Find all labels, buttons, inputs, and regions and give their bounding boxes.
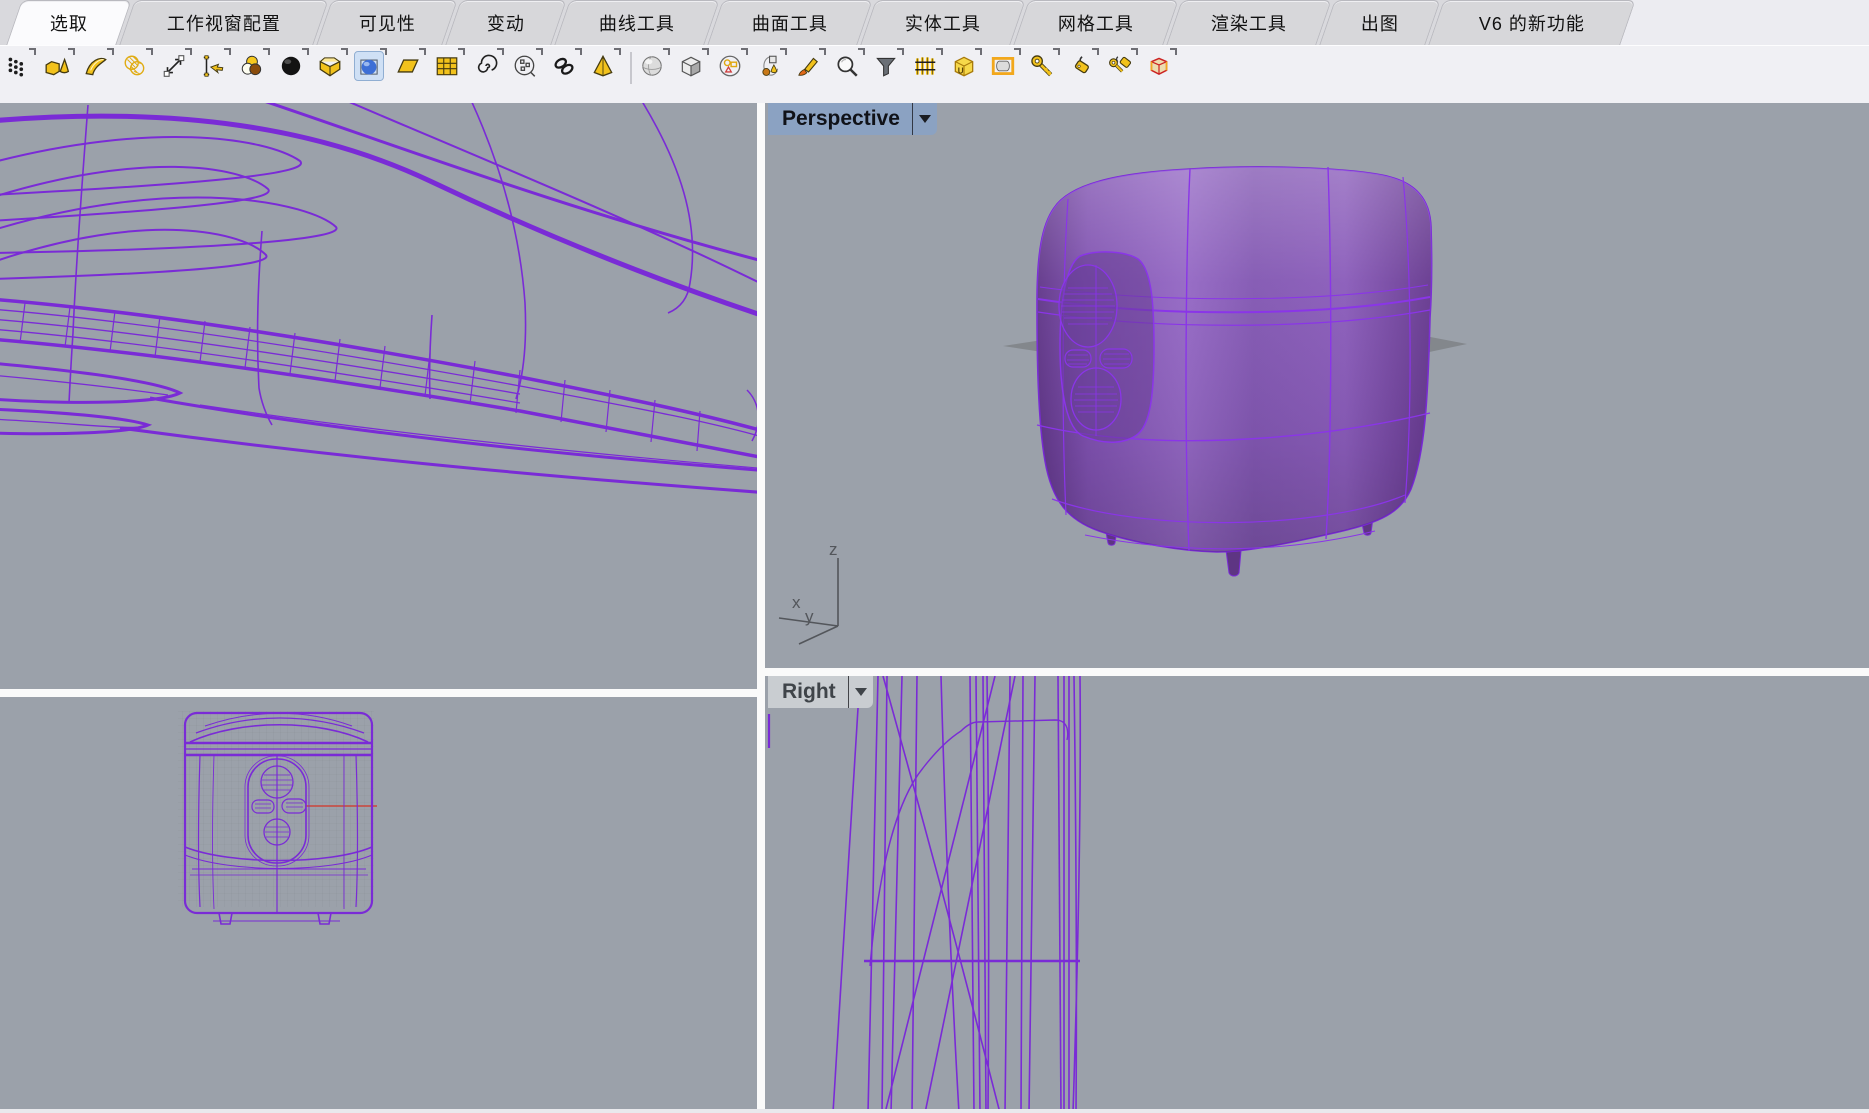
tab-drafting[interactable]: 出图 bbox=[1319, 0, 1440, 45]
hatch-circles-icon[interactable] bbox=[121, 52, 149, 80]
box-cone-solids-icon[interactable] bbox=[43, 52, 71, 80]
axis-label-y: y bbox=[805, 607, 814, 626]
tab-solid-tools[interactable]: 实体工具 bbox=[860, 0, 1025, 45]
axis-labels: z x y bbox=[792, 540, 838, 626]
tab-label-transform: 变动 bbox=[487, 10, 525, 36]
tab-surface-tools[interactable]: 曲面工具 bbox=[707, 0, 872, 45]
axis-label-x: x bbox=[792, 593, 801, 612]
rice-cooker-model bbox=[1037, 167, 1432, 552]
selection-filter-objects-icon[interactable] bbox=[755, 52, 783, 80]
toolbar-group-separator bbox=[630, 52, 632, 84]
tab-mesh-tools[interactable]: 网格工具 bbox=[1013, 0, 1178, 45]
tab-label-render-tools: 渲染工具 bbox=[1211, 10, 1287, 36]
paintbrush-icon[interactable] bbox=[794, 52, 822, 80]
viewport-top-left[interactable] bbox=[0, 103, 757, 689]
move-arrows-icon[interactable] bbox=[160, 52, 188, 80]
right-horizontal-viewport-divider[interactable] bbox=[765, 668, 1869, 676]
tab-label-surface-tools: 曲面工具 bbox=[752, 10, 828, 36]
right-viewport-label[interactable]: Right bbox=[768, 676, 873, 708]
red-wire-box-icon[interactable] bbox=[1145, 52, 1173, 80]
tab-v6-new-features[interactable]: V6 的新功能 bbox=[1428, 0, 1635, 45]
tab-label-curve-tools: 曲线工具 bbox=[599, 10, 675, 36]
tab-label-select: 选取 bbox=[50, 10, 88, 36]
window-bottom-edge bbox=[0, 1109, 1869, 1113]
chevron-down-icon bbox=[855, 688, 867, 696]
magnifier-lens-icon[interactable] bbox=[833, 52, 861, 80]
viewport-right[interactable]: Right bbox=[765, 676, 1869, 1113]
tab-label-viewport-layout: 工作视窗配置 bbox=[167, 10, 281, 36]
perspective-viewport-title[interactable]: Perspective bbox=[768, 103, 912, 135]
pyramid-icon[interactable] bbox=[589, 52, 617, 80]
top-left-wireframe bbox=[0, 103, 757, 689]
tab-render-tools[interactable]: 渲染工具 bbox=[1166, 0, 1331, 45]
gray-sphere-icon[interactable] bbox=[638, 52, 666, 80]
tab-viewport-layout[interactable]: 工作视窗配置 bbox=[119, 0, 328, 45]
key-lock-icon[interactable] bbox=[1028, 52, 1056, 80]
right-viewport-menu-button[interactable] bbox=[848, 676, 873, 708]
grid-plane-icon[interactable] bbox=[433, 52, 461, 80]
vertical-viewport-divider[interactable] bbox=[757, 103, 765, 1113]
tab-transform[interactable]: 变动 bbox=[445, 0, 566, 45]
tab-label-mesh-tools: 网格工具 bbox=[1058, 10, 1134, 36]
perspective-scene: z x y bbox=[765, 103, 1869, 668]
tab-visibility[interactable]: 可见性 bbox=[316, 0, 457, 45]
gray-wire-cube-icon[interactable] bbox=[677, 52, 705, 80]
chevron-down-icon bbox=[919, 115, 931, 123]
left-horizontal-viewport-divider[interactable] bbox=[0, 689, 757, 697]
tab-label-visibility: 可见性 bbox=[358, 10, 415, 36]
viewport-perspective[interactable]: Perspective bbox=[765, 103, 1869, 668]
viewport-bottom-left[interactable] bbox=[0, 697, 757, 1113]
main-toolbar: U bbox=[0, 45, 1869, 103]
perspective-viewport-label[interactable]: Perspective bbox=[768, 103, 937, 135]
select-points-icon[interactable] bbox=[4, 52, 32, 80]
black-sphere-icon[interactable] bbox=[277, 52, 305, 80]
chain-links-icon[interactable] bbox=[550, 52, 578, 80]
color-balls-icon[interactable] bbox=[238, 52, 266, 80]
shaded-sphere-box-icon[interactable] bbox=[355, 52, 383, 80]
fence-gate-icon[interactable] bbox=[911, 52, 939, 80]
axis-label-z: z bbox=[829, 540, 838, 559]
cplane-grid bbox=[178, 711, 374, 907]
scale-handles-icon[interactable] bbox=[199, 52, 227, 80]
tab-label-solid-tools: 实体工具 bbox=[905, 10, 981, 36]
toolbar-icon-row: U bbox=[0, 46, 1869, 84]
spiral-curve-icon[interactable] bbox=[472, 52, 500, 80]
key-with-tag-icon[interactable] bbox=[1106, 52, 1134, 80]
right-wireframe bbox=[765, 676, 1869, 1113]
filter-funnel-icon[interactable] bbox=[872, 52, 900, 80]
cplane-axis-gizmo bbox=[779, 558, 838, 644]
svg-text:U: U bbox=[958, 67, 964, 76]
plane-parallelogram-icon[interactable] bbox=[394, 52, 422, 80]
open-surface-box-icon[interactable] bbox=[316, 52, 344, 80]
tab-curve-tools[interactable]: 曲线工具 bbox=[554, 0, 719, 45]
tab-label-v6-new-features: V6 的新功能 bbox=[1479, 10, 1585, 36]
perspective-viewport-menu-button[interactable] bbox=[912, 103, 937, 135]
tab-select[interactable]: 选取 bbox=[6, 0, 131, 45]
select-shapes-circle-icon[interactable] bbox=[716, 52, 744, 80]
toolbar-tab-bar: 选取 工作视窗配置 可见性 变动 曲线工具 曲面工具 实体工具 网格工具 渲染工具 出图 V6 的新… bbox=[0, 0, 1869, 45]
tab-label-drafting: 出图 bbox=[1361, 10, 1399, 36]
right-viewport-title[interactable]: Right bbox=[768, 676, 848, 708]
frame-cylinder-icon[interactable] bbox=[989, 52, 1017, 80]
u-named-box-icon[interactable]: U bbox=[950, 52, 978, 80]
tag-hook-icon[interactable] bbox=[1067, 52, 1095, 80]
surface-sweep-icon[interactable] bbox=[82, 52, 110, 80]
point-cloud-sphere-icon[interactable] bbox=[511, 52, 539, 80]
front-wireframe bbox=[0, 697, 757, 1113]
cooker-control-panel bbox=[1059, 252, 1154, 442]
